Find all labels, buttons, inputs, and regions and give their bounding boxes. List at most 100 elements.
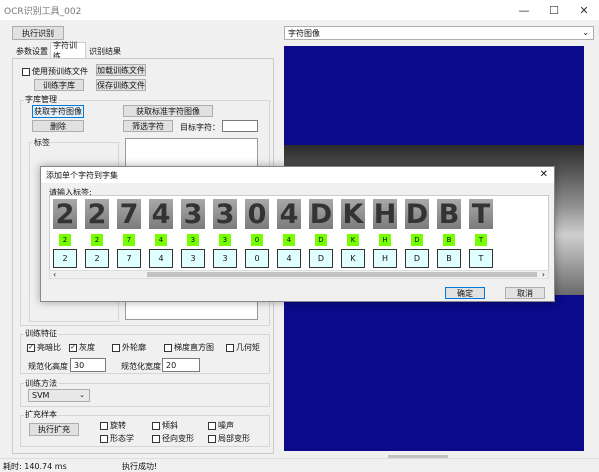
char-image: 7 (117, 199, 141, 230)
char-image: 3 (213, 199, 237, 230)
target-char-label: 目标字符： (180, 123, 220, 132)
run-augment-button[interactable]: 执行扩充 (29, 423, 79, 436)
train-library-button[interactable]: 训练字库 (34, 79, 84, 91)
char-recognized-label: D (411, 234, 423, 246)
char-image: D (405, 198, 429, 230)
char-image: D (309, 198, 333, 230)
norm-width-input[interactable]: 20 (162, 358, 200, 372)
checkbox-box (208, 421, 216, 430)
get-char-image-button[interactable]: 获取字符图像 (32, 105, 84, 118)
char-image: T (469, 199, 493, 230)
run-ocr-button[interactable]: 执行识别 (12, 26, 64, 40)
char-recognized-label: 7 (123, 234, 135, 246)
char-image: K (341, 198, 365, 230)
char-recognized-label: 2 (91, 234, 103, 246)
char-recognized-label: D (315, 234, 327, 246)
char-image: H (373, 198, 397, 230)
augment-morphology-checkbox[interactable]: 形态学 (100, 433, 134, 444)
window-title: OCR识别工具_002 (4, 6, 82, 17)
char-label-input[interactable]: 2 (85, 249, 109, 268)
save-training-file-button[interactable]: 保存训练文件 (96, 79, 146, 91)
feature-brightness-checkbox[interactable]: ✓ 亮暗比 (27, 342, 61, 353)
load-training-file-button[interactable]: 加载训练文件 (96, 64, 146, 76)
checkbox-box (152, 434, 160, 443)
feature-moments-checkbox[interactable]: 几何矩 (226, 342, 260, 353)
dialog-cancel-button[interactable]: 取消 (505, 287, 545, 299)
char-recognized-label: T (475, 234, 487, 246)
char-label-input[interactable]: 7 (117, 249, 141, 268)
dialog-close-icon[interactable]: ✕ (540, 169, 548, 180)
maximize-button[interactable]: ☐ (539, 0, 569, 20)
image-vscrollbar[interactable] (584, 46, 594, 451)
checkbox-box (226, 343, 234, 352)
minimize-button[interactable]: — (509, 0, 539, 20)
char-recognized-label: 2 (59, 234, 71, 246)
norm-height-label: 规范化高度 (28, 362, 68, 371)
checkbox-box (208, 434, 216, 443)
char-label-input[interactable]: D (309, 249, 333, 268)
method-select[interactable]: SVM ⌄ (28, 389, 90, 402)
char-label-input[interactable]: 3 (181, 249, 205, 268)
char-label-input[interactable]: T (469, 249, 493, 268)
use-pretrained-checkbox[interactable]: 使用预训练文件 (22, 66, 88, 77)
char-label-input[interactable]: H (373, 249, 397, 268)
char-label-input[interactable]: 4 (149, 249, 173, 268)
norm-height-input[interactable]: 30 (70, 358, 106, 372)
checkbox-box (100, 421, 108, 430)
char-image: 2 (85, 199, 109, 230)
check-icon: ✓ (27, 343, 35, 352)
dialog-scroll-thumb[interactable] (147, 272, 537, 277)
char-recognized-label: 3 (219, 234, 231, 246)
char-label-input[interactable]: 0 (245, 249, 269, 268)
char-image: 0 (245, 199, 269, 230)
dialog-confirm-button[interactable]: 确定 (445, 287, 485, 299)
status-message: 执行成功! (122, 462, 158, 471)
char-recognized-label: 4 (283, 234, 295, 246)
scroll-right-icon[interactable]: › (542, 270, 545, 279)
scroll-left-icon[interactable]: ‹ (53, 270, 56, 279)
close-button[interactable]: ✕ (569, 0, 599, 20)
delete-button[interactable]: 删除 (32, 120, 84, 132)
feature-hog-checkbox[interactable]: 梯度直方图 (164, 342, 214, 353)
char-recognized-label: H (379, 234, 391, 246)
char-recognized-label: B (443, 234, 455, 246)
dialog-title-bar: 添加单个字符到字集 (41, 167, 554, 183)
char-label-input[interactable]: D (405, 249, 429, 268)
char-image: 4 (149, 199, 173, 230)
char-label-input[interactable]: K (341, 249, 365, 268)
char-image: B (437, 198, 461, 230)
augment-noise-checkbox[interactable]: 噪声 (208, 420, 234, 431)
method-group-title: 训练方法 (24, 378, 58, 389)
char-label-input[interactable]: B (437, 249, 461, 268)
target-char-input[interactable] (222, 120, 258, 132)
char-recognized-label: 4 (155, 234, 167, 246)
chevron-down-icon: ⌄ (79, 391, 85, 399)
checkbox-box (22, 67, 30, 76)
dialog-title: 添加单个字符到字集 (46, 170, 118, 180)
char-label-input[interactable]: 3 (213, 249, 237, 268)
get-standard-image-button[interactable]: 获取标准字符图像 (123, 105, 213, 117)
tab-results[interactable]: 识别结果 (87, 44, 123, 58)
char-label-input[interactable]: 2 (53, 249, 77, 268)
augment-rotate-checkbox[interactable]: 旋转 (100, 420, 126, 431)
augment-group-title: 扩充样本 (24, 409, 58, 420)
char-image: 4 (277, 199, 301, 230)
checkbox-box (100, 434, 108, 443)
feature-gray-checkbox[interactable]: ✓ 灰度 (69, 342, 95, 353)
dialog-hscrollbar[interactable]: ‹ › (49, 270, 549, 279)
augment-local-checkbox[interactable]: 局部变形 (208, 433, 250, 444)
augment-skew-checkbox[interactable]: 倾斜 (152, 420, 178, 431)
char-recognized-label: 3 (187, 234, 199, 246)
norm-width-label: 规范化宽度 (121, 362, 161, 371)
char-image: 3 (181, 199, 205, 230)
filter-chars-button[interactable]: 筛选字符 (123, 120, 173, 132)
tab-params[interactable]: 参数设置 (14, 44, 50, 58)
image-select[interactable]: 字符图像 ⌄ (284, 26, 594, 40)
feature-contour-checkbox[interactable]: 外轮廓 (112, 342, 146, 353)
augment-radial-checkbox[interactable]: 径向变形 (152, 433, 194, 444)
tab-char-training[interactable]: 字符训练 (50, 41, 86, 61)
chevron-down-icon: ⌄ (582, 28, 589, 37)
labels-group-title: 标签 (33, 137, 51, 148)
char-label-input[interactable]: 4 (277, 249, 301, 268)
char-recognized-label: K (347, 234, 359, 246)
